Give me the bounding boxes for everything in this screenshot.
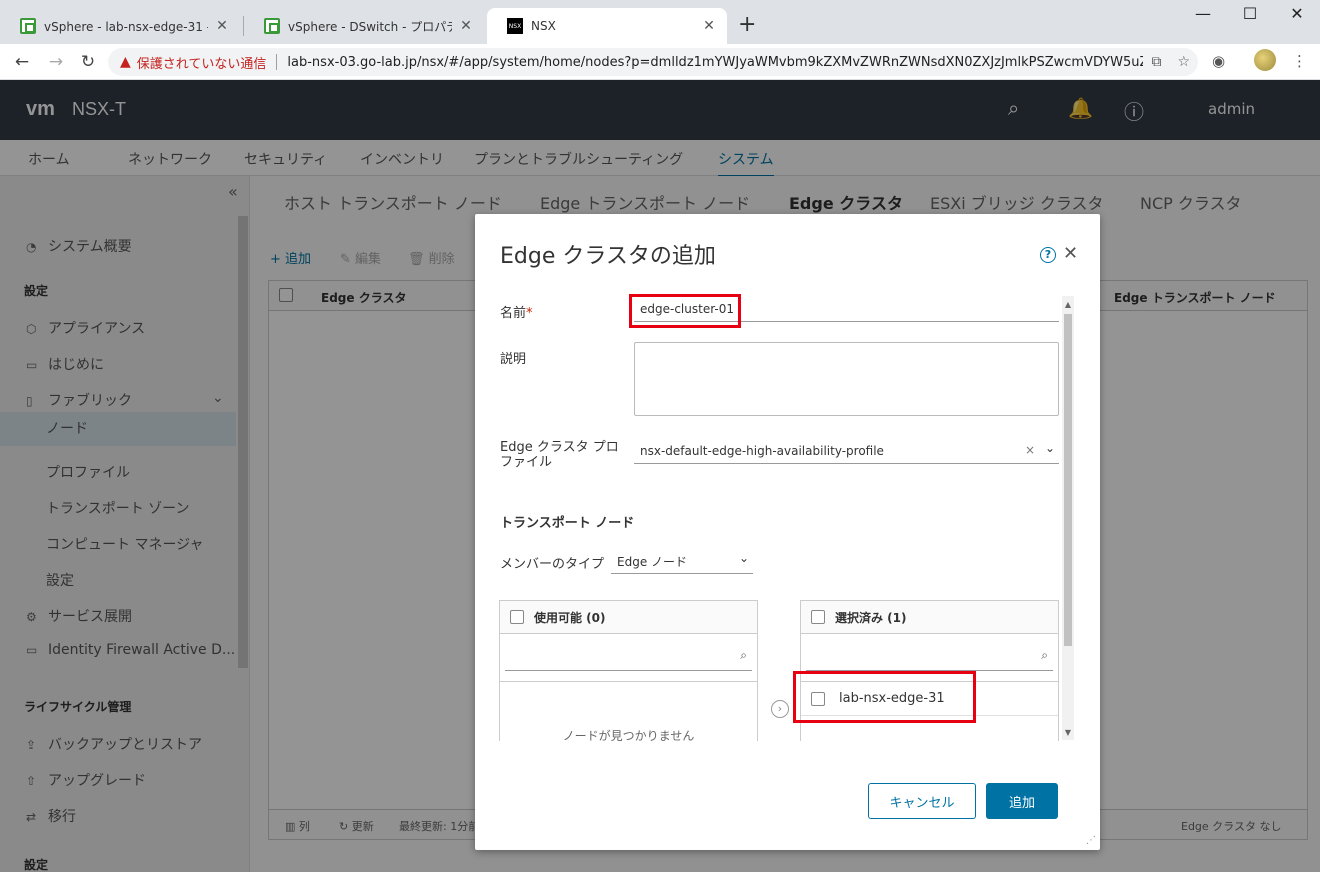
vsphere-favicon-icon [20,18,36,34]
member-type-value: Edge ノード [617,555,688,569]
help-icon[interactable]: ? [1040,247,1056,263]
search-icon: ⌕ [740,648,747,662]
profile-value: nsx-default-edge-high-availability-profi… [640,444,884,458]
browser-tab-vsphere-dswitch[interactable]: vSphere - DSwitch - プロパティ ✕ [244,8,484,44]
profile-label: Edge クラスタ プロファイル [500,440,619,470]
tab-title: vSphere - lab-nsx-edge-31 - サマ [44,19,208,34]
move-right-icon[interactable]: › [771,700,789,718]
browser-tab-vsphere-edge[interactable]: vSphere - lab-nsx-edge-31 - サマ ✕ [0,8,240,44]
clear-x-icon[interactable]: × [1025,443,1035,457]
dialog-body-scrollbar[interactable]: ▲ ▼ [1062,296,1074,740]
highlight-name-field [629,294,741,328]
available-search[interactable]: ⌕ [500,634,757,682]
member-type-select[interactable]: Edge ノード ⌄ [611,548,753,574]
available-select-all-checkbox[interactable] [510,610,524,624]
browser-tab-strip: vSphere - lab-nsx-edge-31 - サマ ✕ vSphere… [0,0,1320,44]
url-text[interactable]: lab-nsx-03.go-lab.jp/nsx/#/app/system/ho… [287,55,1143,70]
tab-title: NSX [531,19,556,33]
chevron-down-icon: ⌄ [1044,441,1055,455]
back-icon[interactable]: ← [10,50,34,74]
dialog-title: Edge クラスタの追加 [500,244,716,269]
nsx-favicon-icon: NSX [507,18,523,34]
scroll-up-icon[interactable]: ▲ [1062,300,1074,309]
available-search-input[interactable] [505,670,752,671]
translate-icon[interactable]: ⧉ [1151,54,1161,70]
forward-icon[interactable]: → [44,50,68,74]
search-icon: ⌕ [1041,648,1048,662]
cancel-button[interactable]: キャンセル [868,783,976,819]
scroll-down-icon[interactable]: ▼ [1062,728,1074,737]
add-edge-cluster-dialog: Edge クラスタの追加 ? ✕ 名前* edge-cluster-01 説明 … [475,214,1100,850]
resize-handle-icon[interactable]: ⋰ [1086,835,1096,846]
browser-toolbar: ← → ↻ ▲ 保護されていない通信 lab-nsx-03.go-lab.jp/… [0,44,1320,80]
maximize-icon[interactable]: ☐ [1227,4,1273,23]
required-mark: * [526,306,533,321]
vsphere-favicon-icon [264,18,280,34]
tab-close-icon[interactable]: ✕ [701,18,717,34]
bookmark-star-icon[interactable]: ☆ [1177,54,1190,70]
profile-select[interactable]: nsx-default-edge-high-availability-profi… [634,438,1059,464]
description-textarea[interactable] [634,342,1059,416]
minimize-icon[interactable]: — [1180,4,1226,23]
available-empty-text: ノードが見つかりません [562,729,695,741]
tab-close-icon[interactable]: ✕ [458,18,474,34]
description-label: 説明 [500,352,527,367]
omnibox-separator [276,54,278,70]
new-tab-icon[interactable]: + [738,14,756,36]
highlight-selected-node [793,671,976,723]
address-bar[interactable]: ▲ 保護されていない通信 lab-nsx-03.go-lab.jp/nsx/#/… [108,48,1198,76]
available-list-panel: 使用可能 (0) ⌕ ノードが見つかりません [499,600,758,741]
selected-list-header: 選択済み (1) [801,601,1058,634]
menu-kebab-icon[interactable]: ⋮ [1292,52,1307,70]
extension-icon[interactable]: ◉ [1212,52,1225,70]
tab-title: vSphere - DSwitch - プロパティ [288,19,452,34]
selected-select-all-checkbox[interactable] [811,610,825,624]
available-list-header: 使用可能 (0) [500,601,757,634]
name-label: 名前* [500,306,533,321]
transport-nodes-section-title: トランスポート ノード [500,516,635,531]
scrollbar-thumb[interactable] [1064,314,1072,646]
close-icon[interactable]: ✕ [1063,243,1078,264]
browser-tab-nsx[interactable]: NSX NSX ✕ [487,8,727,44]
dialog-body: 名前* edge-cluster-01 説明 Edge クラスタ プロファイル … [475,296,1075,741]
add-button[interactable]: 追加 [986,783,1058,819]
reload-icon[interactable]: ↻ [76,50,100,74]
warning-icon: ▲ [120,54,131,70]
tab-close-icon[interactable]: ✕ [214,18,230,34]
window-close-icon[interactable]: ✕ [1274,4,1320,23]
profile-avatar[interactable] [1254,49,1276,71]
member-type-label: メンバーのタイプ [500,557,605,572]
security-status[interactable]: 保護されていない通信 [137,53,267,72]
chevron-down-icon: ⌄ [738,551,749,565]
